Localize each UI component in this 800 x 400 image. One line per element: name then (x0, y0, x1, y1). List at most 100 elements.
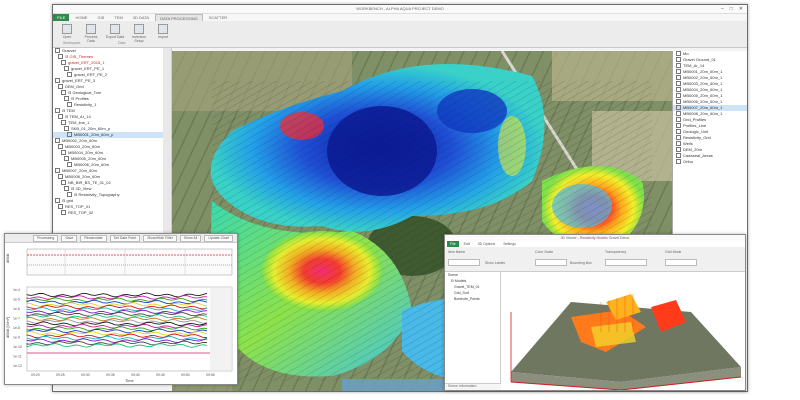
ribbon-button-icon (62, 24, 72, 34)
layer-item[interactable]: Ortho (673, 159, 747, 165)
maximize-button[interactable]: □ (730, 6, 733, 12)
ribbon-tab[interactable]: GIS (93, 14, 108, 21)
y-tick-label: 1e-6 (13, 307, 20, 311)
checkbox-icon[interactable] (676, 75, 681, 81)
grid-mode-field[interactable] (665, 259, 697, 266)
checkbox-icon[interactable] (676, 87, 681, 93)
checkbox-icon[interactable] (55, 168, 60, 174)
ribbon-button[interactable]: Import (153, 24, 173, 44)
layer-item-label: MB0005_20m_60m_1 (683, 93, 723, 98)
checkbox-icon[interactable] (676, 123, 681, 129)
checkbox-icon[interactable] (676, 51, 681, 57)
transparency-slider[interactable] (605, 259, 647, 266)
checkbox-icon[interactable] (67, 72, 72, 78)
checkbox-icon[interactable] (67, 132, 72, 138)
checkbox-icon[interactable] (64, 126, 69, 132)
checkbox-icon[interactable] (676, 117, 681, 123)
tree-item-label: ⊟ 3D_View (71, 186, 92, 191)
checkbox-icon[interactable] (676, 63, 681, 69)
checkbox-icon[interactable] (64, 66, 69, 72)
checkbox-icon[interactable] (676, 111, 681, 117)
3d-viewport[interactable] (501, 272, 745, 390)
checkbox-icon[interactable] (58, 144, 63, 150)
y-tick-label: 1e-12 (13, 364, 22, 368)
checkbox-icon[interactable] (58, 54, 63, 60)
3d-scene-canvas[interactable] (501, 272, 745, 390)
checkbox-icon[interactable] (676, 57, 681, 63)
tree-item-label: RES_TOP_01 (65, 204, 91, 209)
3d-scene-tree: Scene ⊟ Models Gravel_TEM_01 Grid_Surf Boreh… (445, 272, 501, 390)
color-scale-field[interactable] (535, 259, 567, 266)
time-series-chart[interactable]: dB/dt dB/dt [V/m²] 1e-4 1e-5 1e-6 1e-7 1e-8 1… (5, 243, 237, 384)
checkbox-icon[interactable] (64, 186, 69, 192)
checkbox-icon[interactable] (676, 99, 681, 105)
checkbox-icon[interactable] (676, 81, 681, 87)
checkbox-icon[interactable] (61, 150, 66, 156)
checkbox-icon[interactable] (676, 135, 681, 141)
ribbon-button[interactable]: Inversion Setup (129, 24, 149, 44)
checkbox-icon[interactable] (64, 156, 69, 162)
ribbon-button[interactable]: Process Data (81, 24, 101, 44)
x-tick-label: 09:20 (31, 373, 40, 377)
ribbon-tab[interactable]: 3D DATA (129, 14, 153, 21)
checkbox-icon[interactable] (55, 78, 60, 84)
3d-option-label: Show Labels (485, 261, 506, 265)
ribbon-button-label: Inversion Setup (131, 35, 147, 43)
layer-item-label: Profiles_Line (683, 123, 707, 128)
checkbox-icon[interactable] (58, 204, 63, 210)
checkbox-icon[interactable] (58, 114, 63, 120)
x-tick-label: 09:25 (56, 373, 65, 377)
checkbox-icon[interactable] (67, 192, 72, 198)
tree-item-label: MB0002_20m_60m (62, 138, 97, 143)
3d-option-label: Grid Mode (665, 250, 682, 254)
checkbox-icon[interactable] (67, 162, 72, 168)
tree-item-label: TEM_line_1 (68, 120, 90, 125)
ribbon-tab[interactable]: HOME (71, 14, 91, 21)
y-tick-label: 1e-7 (13, 317, 20, 321)
checkbox-icon[interactable] (676, 93, 681, 99)
chart-toolbar-button[interactable]: Show/Hide Filter (143, 234, 177, 242)
scene-information: Scene Information (445, 383, 503, 390)
chart-toolbar-button[interactable]: Show All (179, 234, 202, 242)
chart-toolbar-button[interactable]: Set Data Point (109, 234, 141, 242)
layer-item-label: MB0004_20m_60m_1 (683, 87, 723, 92)
layer-item-label: MB0008_20m_60m_1 (683, 111, 723, 116)
tree-item-label: Gravvel (62, 48, 76, 53)
ribbon-tabs: FILE HOME GIS TEM 3D DATA DATA PROCESSING SCAT… (53, 13, 747, 22)
checkbox-icon[interactable] (61, 210, 66, 216)
checkbox-icon[interactable] (67, 102, 72, 108)
checkbox-icon[interactable] (676, 105, 681, 111)
checkbox-icon[interactable] (676, 69, 681, 75)
checkbox-icon[interactable] (61, 90, 66, 96)
checkbox-icon[interactable] (61, 180, 66, 186)
tree-item[interactable]: RES_TOP_02 (53, 210, 163, 216)
checkbox-icon[interactable] (55, 138, 60, 144)
checkbox-icon[interactable] (58, 84, 63, 90)
checkbox-icon[interactable] (676, 141, 681, 147)
checkbox-icon[interactable] (55, 198, 60, 204)
checkbox-icon[interactable] (55, 108, 60, 114)
chart-toolbar-button[interactable]: Update Chart (204, 234, 234, 242)
scene-tree-item[interactable]: Borehole_Points (445, 296, 500, 302)
ribbon-tab[interactable]: TEM (110, 14, 126, 21)
chart-toolbar-button[interactable]: Save (61, 234, 78, 242)
close-button[interactable]: ✕ (739, 6, 743, 12)
checkbox-icon[interactable] (676, 147, 681, 153)
checkbox-icon[interactable] (61, 120, 66, 126)
checkbox-icon[interactable] (61, 60, 66, 66)
checkbox-icon[interactable] (58, 174, 63, 180)
checkbox-icon[interactable] (676, 129, 681, 135)
minimize-button[interactable]: – (721, 6, 724, 12)
item-name-field[interactable] (448, 259, 480, 266)
checkbox-icon[interactable] (64, 96, 69, 102)
ribbon-tab[interactable]: FILE (53, 14, 70, 21)
checkbox-icon[interactable] (676, 153, 681, 159)
ribbon-button-icon (134, 24, 144, 34)
tree-item-label: MB0007_20m_60m (62, 168, 97, 173)
chart-toolbar-button[interactable]: Processing (33, 234, 59, 242)
chart-toolbar-button[interactable]: Recalculate (80, 234, 107, 242)
layer-item-label: Cadastral_Areas (683, 153, 713, 158)
checkbox-icon[interactable] (55, 48, 60, 54)
ribbon-tab[interactable]: SCATTER (205, 14, 231, 21)
checkbox-icon[interactable] (676, 159, 681, 165)
